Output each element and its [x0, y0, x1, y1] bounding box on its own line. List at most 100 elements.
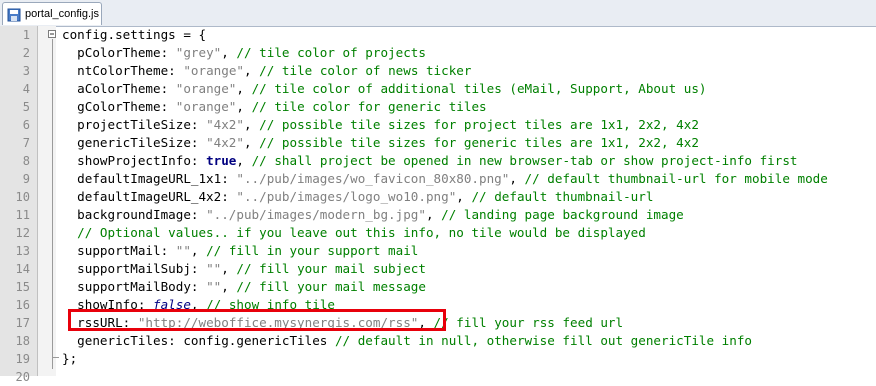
code-comment: // fill your mail message	[236, 279, 426, 294]
line-number: 11	[15, 208, 30, 222]
string-literal: "../pub/images/logo_wo10.png"	[236, 189, 457, 204]
code-content: backgroundImage: "../pub/images/modern_b…	[62, 206, 684, 224]
code-comment: // default thumbnail-url	[471, 189, 654, 204]
string-literal: ""	[206, 279, 222, 294]
code-line[interactable]: 15 supportMailBody: "", // fill your mai…	[0, 278, 876, 296]
code-line[interactable]: 12 // Optional values.. if you leave out…	[0, 224, 876, 242]
code-content: projectTileSize: "4x2", // possible tile…	[62, 116, 699, 134]
string-literal: ""	[206, 261, 222, 276]
code-text: ,	[221, 279, 237, 294]
code-content: // Optional values.. if you leave out th…	[62, 224, 646, 242]
code-text: ,	[244, 63, 260, 78]
line-number: 15	[15, 280, 30, 294]
line-number: 12	[15, 226, 30, 240]
code-text: ,	[236, 153, 252, 168]
code-text: ,	[221, 45, 237, 60]
code-content: aColorTheme: "orange", // tile color of …	[62, 80, 707, 98]
line-number: 8	[22, 154, 30, 168]
string-literal: "orange"	[175, 99, 237, 114]
code-comment: // fill your rss feed url	[433, 315, 624, 330]
code-text: ,	[425, 207, 442, 222]
code-text: ntColorTheme:	[62, 63, 184, 78]
line-number: 1	[22, 28, 30, 42]
string-literal: "grey"	[175, 45, 222, 60]
code-text: supportMail:	[62, 243, 176, 258]
code-text: ,	[509, 171, 525, 186]
code-content: ntColorTheme: "orange", // tile color of…	[62, 62, 471, 80]
line-number: 6	[22, 118, 30, 132]
line-number: 10	[15, 190, 30, 204]
code-content: supportMailBody: "", // fill your mail m…	[62, 278, 426, 296]
line-number: 3	[22, 64, 30, 78]
code-content: supportMail: "", // fill in your support…	[62, 242, 418, 260]
string-literal: "orange"	[175, 81, 237, 96]
code-line[interactable]: 9 defaultImageURL_1x1: "../pub/images/wo…	[0, 170, 876, 188]
code-text: supportMailBody:	[62, 279, 207, 294]
line-number: 20	[15, 370, 30, 384]
code-comment: // possible tile sizes for project tiles…	[259, 117, 699, 132]
code-text: ,	[190, 243, 207, 258]
code-text: projectTileSize:	[62, 117, 207, 132]
line-number: 7	[22, 136, 30, 150]
code-line[interactable]: 2 pColorTheme: "grey", // tile color of …	[0, 44, 876, 62]
code-content: genericTileSize: "4x2", // possible tile…	[62, 134, 699, 152]
code-text: ,	[236, 99, 252, 114]
code-comment: // tile color of additional tiles (eMail…	[251, 81, 707, 96]
code-text: };	[62, 351, 78, 366]
string-literal: "../pub/images/modern_bg.jpg"	[206, 207, 426, 222]
code-line[interactable]: 11 backgroundImage: "../pub/images/moder…	[0, 206, 876, 224]
code-text: ,	[221, 261, 237, 276]
line-number: 19	[15, 352, 30, 366]
code-text: ,	[236, 81, 252, 96]
code-comment: // Optional values.. if you leave out th…	[62, 225, 646, 240]
string-literal: "4x2"	[206, 117, 244, 132]
code-content: pColorTheme: "grey", // tile color of pr…	[62, 44, 426, 62]
code-comment: // shall project be opened in new browse…	[251, 153, 798, 168]
code-line[interactable]: 18 genericTiles: config.genericTiles // …	[0, 332, 876, 350]
code-line[interactable]: 19};	[0, 350, 876, 368]
line-number: 13	[15, 244, 30, 258]
code-content: };	[62, 350, 77, 368]
code-line[interactable]: 7 genericTileSize: "4x2", // possible ti…	[0, 134, 876, 152]
code-line[interactable]: 1 config.settings = {	[0, 26, 876, 44]
code-content: genericTiles: config.genericTiles // def…	[62, 332, 752, 350]
line-number: 2	[22, 46, 30, 60]
code-line[interactable]: 4 aColorTheme: "orange", // tile color o…	[0, 80, 876, 98]
line-number: 5	[22, 100, 30, 114]
code-content: gColorTheme: "orange", // tile color for…	[62, 98, 486, 116]
code-comment: // tile color of news ticker	[259, 63, 472, 78]
code-text: backgroundImage:	[62, 207, 207, 222]
code-line[interactable]: 20	[0, 368, 876, 386]
file-tab[interactable]: portal_config.js	[2, 2, 102, 25]
code-line[interactable]: 10 defaultImageURL_4x2: "../pub/images/l…	[0, 188, 876, 206]
code-editor[interactable]: 1 config.settings = { 2 pColorTheme: "grey…	[0, 26, 876, 384]
code-line[interactable]: 6 projectTileSize: "4x2", // possible ti…	[0, 116, 876, 134]
code-text: genericTileSize:	[62, 135, 207, 150]
code-content: config.settings = {	[62, 26, 206, 44]
string-literal: "orange"	[183, 63, 244, 78]
tab-bar: portal_config.js	[0, 0, 876, 27]
string-literal: ""	[175, 243, 191, 258]
line-number: 17	[15, 316, 30, 330]
code-comment: // landing page background image	[441, 207, 684, 222]
code-text: pColorTheme:	[62, 45, 176, 60]
code-line[interactable]: 5 gColorTheme: "orange", // tile color f…	[0, 98, 876, 116]
code-text: config.settings = {	[62, 27, 207, 42]
code-text: genericTiles: config.genericTiles	[62, 333, 335, 348]
code-line[interactable]: 3 ntColorTheme: "orange", // tile color …	[0, 62, 876, 80]
code-line[interactable]: 14 supportMailSubj: "", // fill your mai…	[0, 260, 876, 278]
line-number: 14	[15, 262, 30, 276]
line-number: 9	[22, 172, 30, 186]
code-content: defaultImageURL_4x2: "../pub/images/logo…	[62, 188, 653, 206]
string-literal: "../pub/images/wo_favicon_80x80.png"	[236, 171, 510, 186]
code-text: defaultImageURL_4x2:	[62, 189, 237, 204]
code-comment: // possible tile sizes for generic tiles…	[259, 135, 699, 150]
code-line[interactable]: 13 supportMail: "", // fill in your supp…	[0, 242, 876, 260]
code-content: defaultImageURL_1x1: "../pub/images/wo_f…	[62, 170, 828, 188]
code-comment: // default in null, otherwise fill out g…	[334, 333, 752, 348]
code-text: ,	[243, 135, 260, 150]
code-line[interactable]: 8 showProjectInfo: true, // shall projec…	[0, 152, 876, 170]
code-text: ,	[456, 189, 472, 204]
string-literal: "4x2"	[206, 135, 244, 150]
file-tab-label: portal_config.js	[25, 8, 99, 20]
